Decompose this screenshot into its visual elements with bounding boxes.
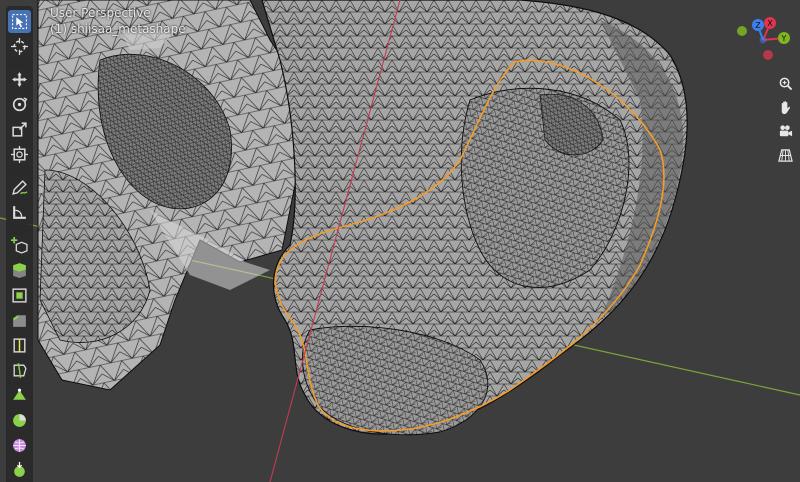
bevel-tool[interactable] bbox=[8, 309, 31, 332]
perspective-grid-icon bbox=[777, 148, 793, 162]
cursor-tool[interactable] bbox=[8, 35, 31, 58]
extrude-tool[interactable] bbox=[8, 259, 31, 282]
3d-viewport[interactable]: User Perspective (1) shiisaa_metashape X… bbox=[0, 0, 800, 482]
poly-build-tool[interactable] bbox=[8, 384, 31, 407]
viewport-header: User Perspective (1) shiisaa_metashape bbox=[50, 5, 186, 37]
shrink-fatten-tool[interactable] bbox=[8, 459, 31, 482]
gizmo-neg-y-axis[interactable] bbox=[737, 26, 747, 36]
knife-tool[interactable] bbox=[8, 359, 31, 382]
smooth-sphere-icon bbox=[13, 439, 26, 452]
inset-icon bbox=[12, 288, 27, 303]
pan-button[interactable] bbox=[774, 96, 796, 118]
active-object-label: (1) shiisaa_metashape bbox=[50, 22, 186, 36]
perspective-toggle-button[interactable] bbox=[774, 144, 796, 166]
mesh-scene[interactable] bbox=[0, 0, 800, 482]
transform-icon bbox=[11, 146, 28, 163]
tool-shelf bbox=[6, 6, 33, 482]
measure-tool[interactable] bbox=[8, 201, 31, 224]
spin-tool[interactable] bbox=[8, 409, 31, 432]
loop-cut-tool[interactable] bbox=[8, 334, 31, 357]
view-mode-label: User Perspective bbox=[50, 6, 151, 20]
bevel-icon bbox=[13, 315, 26, 327]
ruler-icon bbox=[13, 206, 26, 219]
navigation-gizmo[interactable]: X Z Y bbox=[732, 14, 794, 64]
add-cube-tool[interactable] bbox=[8, 234, 31, 257]
scale-tool[interactable] bbox=[8, 118, 31, 141]
annotate-tool[interactable] bbox=[8, 176, 31, 199]
gizmo-x-label: X bbox=[767, 19, 773, 28]
inset-tool[interactable] bbox=[8, 284, 31, 307]
scale-icon bbox=[12, 122, 27, 137]
select-box-tool[interactable] bbox=[8, 10, 31, 33]
camera-icon bbox=[779, 124, 792, 136]
extrude-icon bbox=[13, 263, 26, 278]
add-cube-icon bbox=[11, 237, 28, 254]
loop-cut-icon bbox=[13, 338, 26, 353]
navigation-controls bbox=[774, 72, 796, 168]
crosshair-icon bbox=[11, 38, 28, 55]
gizmo-y-label: Y bbox=[781, 34, 787, 43]
rotate-icon bbox=[12, 97, 28, 112]
camera-view-button[interactable] bbox=[774, 120, 796, 142]
zoom-button[interactable] bbox=[774, 72, 796, 94]
pencil-icon bbox=[12, 180, 28, 195]
spin-icon bbox=[13, 414, 26, 427]
smooth-tool[interactable] bbox=[8, 434, 31, 457]
select-arrow-icon bbox=[12, 14, 27, 29]
rotate-tool[interactable] bbox=[8, 93, 31, 116]
shrink-fatten-icon bbox=[14, 462, 25, 477]
move-arrows-icon bbox=[12, 72, 27, 87]
poly-build-icon bbox=[13, 388, 26, 400]
zoom-icon bbox=[779, 77, 792, 90]
knife-icon bbox=[13, 362, 27, 379]
move-tool[interactable] bbox=[8, 68, 31, 91]
gizmo-neg-x-axis[interactable] bbox=[763, 50, 773, 60]
pan-hand-icon bbox=[781, 100, 790, 114]
gizmo-z-label: Z bbox=[755, 21, 761, 30]
transform-tool[interactable] bbox=[8, 143, 31, 166]
